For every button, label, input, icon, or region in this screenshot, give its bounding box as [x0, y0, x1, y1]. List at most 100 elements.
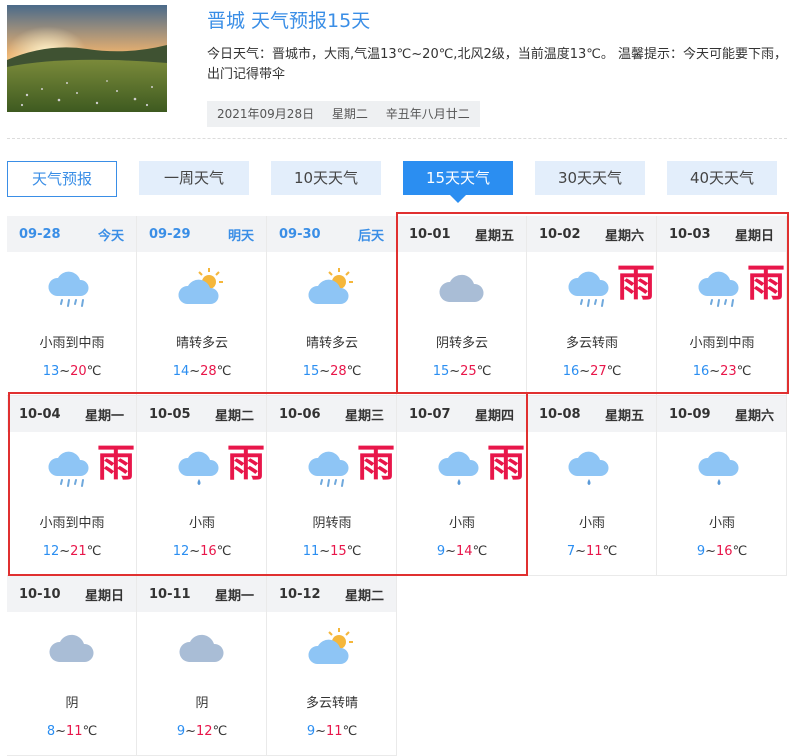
- temp-separator: ~: [319, 364, 331, 379]
- day-date: 10-08: [539, 406, 581, 422]
- high-temp: 28: [200, 364, 217, 379]
- day-label: 星期五: [604, 408, 644, 424]
- high-temp: 28: [330, 364, 347, 379]
- day-temperature: 9~16℃: [657, 544, 787, 559]
- current-date: 2021年09月28日: [217, 107, 315, 121]
- low-temp: 13: [42, 364, 60, 379]
- today-weather-description: 今日天气：晋城市，大雨,气温13℃~20℃,北风2级，当前温度13℃。 温馨提示…: [207, 47, 787, 82]
- high-temp: 12: [196, 724, 213, 739]
- day-date: 09-29: [149, 226, 191, 242]
- high-temp: 16: [716, 544, 733, 559]
- temp-unit: ℃: [86, 364, 102, 379]
- temp-separator: ~: [59, 364, 71, 379]
- low-temp: 9: [696, 544, 706, 559]
- temp-separator: ~: [185, 724, 197, 739]
- weather-icon-area: [657, 442, 787, 502]
- forecast-day-card[interactable]: 10-09 星期六 小雨 9~16℃: [657, 396, 787, 576]
- day-header: 10-10 星期日: [7, 576, 136, 612]
- day-condition: 阴: [65, 696, 79, 711]
- weather-icon-area: [267, 622, 397, 682]
- weather-icon-area: [527, 442, 657, 502]
- temp-unit: ℃: [342, 724, 358, 739]
- tab-one-week[interactable]: 一周天气: [139, 161, 249, 195]
- low-temp: 8: [46, 724, 56, 739]
- temp-unit: ℃: [82, 724, 98, 739]
- highlight-box-oct1-3: [396, 212, 789, 394]
- forecast-day-card[interactable]: 10-12 星期二 多云转晴 9~11℃: [267, 576, 397, 756]
- temp-unit: ℃: [732, 544, 748, 559]
- temp-separator: ~: [55, 724, 67, 739]
- forecast-day-card[interactable]: 10-10 星期日 阴 8~11℃: [7, 576, 137, 756]
- day-temperature: 9~11℃: [267, 724, 397, 739]
- temp-separator: ~: [189, 364, 201, 379]
- highlight-box-oct4-7: [8, 392, 528, 576]
- low-temp: 7: [566, 544, 576, 559]
- day-header: 10-09 星期六: [657, 396, 786, 432]
- temp-separator: ~: [575, 544, 587, 559]
- day-header: 10-11 星期一: [137, 576, 266, 612]
- day-label: 后天: [357, 228, 384, 244]
- divider: [7, 138, 787, 139]
- day-header: 10-08 星期五: [527, 396, 656, 432]
- low-temp: 14: [172, 364, 190, 379]
- lunar-date: 辛丑年八月廿二: [385, 107, 470, 121]
- forecast-day-card[interactable]: 10-08 星期五 小雨 7~11℃: [527, 396, 657, 576]
- day-temperature: 14~28℃: [137, 364, 267, 379]
- day-temperature: 8~11℃: [7, 724, 137, 739]
- weather-icon-area: [7, 262, 137, 322]
- day-label: 今天: [97, 228, 124, 244]
- page-title: 晋城 天气预报15天: [207, 10, 371, 32]
- high-temp: 11: [66, 724, 83, 739]
- tab-weather-forecast[interactable]: 天气预报: [7, 161, 117, 197]
- current-weekday: 星期二: [331, 107, 368, 121]
- day-header: 09-28 今天: [7, 216, 136, 252]
- day-condition: 多云转晴: [305, 696, 358, 711]
- day-condition: 晴转多云: [305, 336, 358, 351]
- day-label: 明天: [227, 228, 254, 244]
- low-temp: 9: [306, 724, 316, 739]
- day-header: 09-30 后天: [267, 216, 396, 252]
- day-label: 星期二: [344, 588, 384, 604]
- weather-icon-area: [137, 622, 267, 682]
- day-label: 星期六: [734, 408, 774, 424]
- day-date: 10-11: [149, 586, 191, 602]
- forecast-tabs: 天气预报 一周天气 10天天气 15天天气 30天天气 40天天气: [7, 161, 787, 203]
- high-temp: 11: [326, 724, 343, 739]
- temp-unit: ℃: [212, 724, 228, 739]
- day-condition: 小雨: [578, 516, 605, 531]
- temp-unit: ℃: [216, 364, 232, 379]
- day-condition: 阴: [195, 696, 209, 711]
- forecast-day-card[interactable]: 09-28 今天 小雨到中雨 13~20℃: [7, 216, 137, 396]
- date-bar: 2021年09月28日 星期二 辛丑年八月廿二: [207, 101, 480, 127]
- day-date: 10-12: [279, 586, 321, 602]
- day-temperature: 9~12℃: [137, 724, 267, 739]
- day-temperature: 7~11℃: [527, 544, 657, 559]
- day-date: 10-09: [669, 406, 711, 422]
- day-date: 09-28: [19, 226, 61, 242]
- day-header: 10-12 星期二: [267, 576, 396, 612]
- day-condition: 小雨到中雨: [39, 336, 105, 351]
- day-condition: 晴转多云: [175, 336, 228, 351]
- temp-unit: ℃: [602, 544, 618, 559]
- city-landscape-photo: [7, 5, 167, 112]
- forecast-day-card[interactable]: 10-11 星期一 阴 9~12℃: [137, 576, 267, 756]
- temp-separator: ~: [315, 724, 327, 739]
- low-temp: 15: [302, 364, 320, 379]
- day-label: 星期日: [84, 588, 124, 604]
- tab-30-days[interactable]: 30天天气: [535, 161, 645, 195]
- temp-separator: ~: [705, 544, 717, 559]
- day-temperature: 13~20℃: [7, 364, 137, 379]
- forecast-day-card[interactable]: 09-30 后天 晴转多云 15~28℃: [267, 216, 397, 396]
- tab-40-days[interactable]: 40天天气: [667, 161, 777, 195]
- weather-icon-area: [137, 262, 267, 322]
- forecast-day-card[interactable]: 09-29 明天 晴转多云 14~28℃: [137, 216, 267, 396]
- temp-unit: ℃: [346, 364, 362, 379]
- high-temp: 11: [586, 544, 603, 559]
- tab-15-days[interactable]: 15天天气: [403, 161, 513, 203]
- tab-10-days[interactable]: 10天天气: [271, 161, 381, 195]
- day-date: 10-10: [19, 586, 61, 602]
- day-date: 09-30: [279, 226, 321, 242]
- day-condition: 小雨: [708, 516, 735, 531]
- day-label: 星期一: [214, 588, 254, 604]
- high-temp: 20: [70, 364, 87, 379]
